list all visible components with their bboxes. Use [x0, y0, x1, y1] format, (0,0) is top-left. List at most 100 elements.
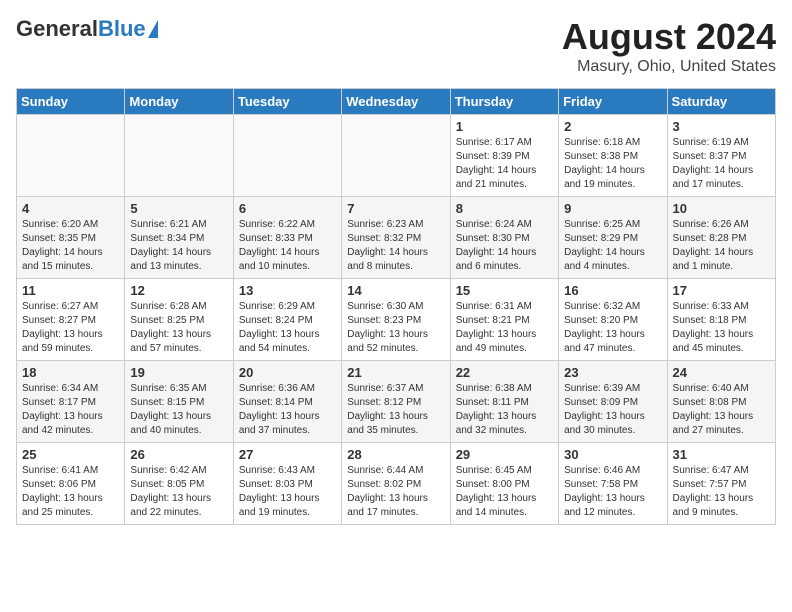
day-info: Sunrise: 6:45 AM Sunset: 8:00 PM Dayligh…: [456, 464, 553, 520]
title-block: August 2024 Masury, Ohio, United States: [562, 16, 776, 76]
calendar-title: August 2024: [562, 16, 776, 58]
day-number: 22: [456, 365, 553, 380]
day-number: 7: [347, 201, 444, 216]
day-info: Sunrise: 6:32 AM Sunset: 8:20 PM Dayligh…: [564, 300, 661, 356]
calendar-day-3: 3 Sunrise: 6:19 AM Sunset: 8:37 PM Daylig…: [667, 115, 775, 197]
day-info: Sunrise: 6:38 AM Sunset: 8:11 PM Dayligh…: [456, 382, 553, 438]
day-info: Sunrise: 6:43 AM Sunset: 8:03 PM Dayligh…: [239, 464, 336, 520]
calendar-day-30: 30 Sunrise: 6:46 AM Sunset: 7:58 PM Dayli…: [559, 443, 667, 525]
calendar-day-29: 29Sunrise: 6:45 AM Sunset: 8:00 PM Dayli…: [450, 443, 558, 525]
day-info: Sunrise: 6:46 AM Sunset: 7:58 PM Dayligh…: [564, 464, 661, 520]
calendar-table: SundayMondayTuesdayWednesdayThursdayFrid…: [16, 88, 776, 525]
calendar-day-16: 16 Sunrise: 6:32 AM Sunset: 8:20 PM Dayli…: [559, 279, 667, 361]
day-info: Sunrise: 6:26 AM Sunset: 8:28 PM Dayligh…: [673, 218, 770, 274]
calendar-empty-cell: [17, 115, 125, 197]
calendar-day-17: 17 Sunrise: 6:33 AM Sunset: 8:18 PM Dayli…: [667, 279, 775, 361]
logo: General Blue: [16, 16, 158, 42]
day-number: 13: [239, 283, 336, 298]
calendar-day-7: 7Sunrise: 6:23 AM Sunset: 8:32 PM Daylig…: [342, 197, 450, 279]
day-number: 8: [456, 201, 553, 216]
day-number: 24: [673, 365, 770, 380]
day-header-saturday: Saturday: [667, 89, 775, 115]
calendar-week-row: 11Sunrise: 6:27 AM Sunset: 8:27 PM Dayli…: [17, 279, 776, 361]
page-header: General Blue August 2024 Masury, Ohio, U…: [16, 16, 776, 76]
calendar-day-27: 27 Sunrise: 6:43 AM Sunset: 8:03 PM Dayli…: [233, 443, 341, 525]
calendar-day-10: 10 Sunrise: 6:26 AM Sunset: 8:28 PM Dayli…: [667, 197, 775, 279]
day-number: 26: [130, 447, 227, 462]
day-info: Sunrise: 6:47 AM Sunset: 7:57 PM Dayligh…: [673, 464, 770, 520]
day-info: Sunrise: 6:25 AM Sunset: 8:29 PM Dayligh…: [564, 218, 661, 274]
day-info: Sunrise: 6:24 AM Sunset: 8:30 PM Dayligh…: [456, 218, 553, 274]
day-number: 20: [239, 365, 336, 380]
day-number: 18: [22, 365, 119, 380]
day-number: 15: [456, 283, 553, 298]
day-info: Sunrise: 6:34 AM Sunset: 8:17 PM Dayligh…: [22, 382, 119, 438]
day-info: Sunrise: 6:36 AM Sunset: 8:14 PM Dayligh…: [239, 382, 336, 438]
day-info: Sunrise: 6:17 AM Sunset: 8:39 PM Dayligh…: [456, 136, 553, 192]
calendar-day-20: 20 Sunrise: 6:36 AM Sunset: 8:14 PM Dayli…: [233, 361, 341, 443]
calendar-day-15: 15 Sunrise: 6:31 AM Sunset: 8:21 PM Dayli…: [450, 279, 558, 361]
day-number: 25: [22, 447, 119, 462]
day-number: 31: [673, 447, 770, 462]
day-number: 17: [673, 283, 770, 298]
calendar-day-28: 28 Sunrise: 6:44 AM Sunset: 8:02 PM Dayli…: [342, 443, 450, 525]
calendar-day-12: 12Sunrise: 6:28 AM Sunset: 8:25 PM Dayli…: [125, 279, 233, 361]
calendar-empty-cell: [342, 115, 450, 197]
day-number: 3: [673, 119, 770, 134]
calendar-week-row: 18 Sunrise: 6:34 AM Sunset: 8:17 PM Dayli…: [17, 361, 776, 443]
day-info: Sunrise: 6:33 AM Sunset: 8:18 PM Dayligh…: [673, 300, 770, 356]
calendar-day-14: 14Sunrise: 6:30 AM Sunset: 8:23 PM Dayli…: [342, 279, 450, 361]
calendar-day-19: 19Sunrise: 6:35 AM Sunset: 8:15 PM Dayli…: [125, 361, 233, 443]
calendar-week-row: 1 Sunrise: 6:17 AM Sunset: 8:39 PM Daylig…: [17, 115, 776, 197]
calendar-day-25: 25Sunrise: 6:41 AM Sunset: 8:06 PM Dayli…: [17, 443, 125, 525]
logo-general-text: General: [16, 16, 98, 42]
day-info: Sunrise: 6:30 AM Sunset: 8:23 PM Dayligh…: [347, 300, 444, 356]
day-header-thursday: Thursday: [450, 89, 558, 115]
day-number: 2: [564, 119, 661, 134]
day-number: 1: [456, 119, 553, 134]
calendar-day-21: 21 Sunrise: 6:37 AM Sunset: 8:12 PM Dayli…: [342, 361, 450, 443]
day-info: Sunrise: 6:18 AM Sunset: 8:38 PM Dayligh…: [564, 136, 661, 192]
day-number: 9: [564, 201, 661, 216]
calendar-day-2: 2 Sunrise: 6:18 AM Sunset: 8:38 PM Daylig…: [559, 115, 667, 197]
day-info: Sunrise: 6:29 AM Sunset: 8:24 PM Dayligh…: [239, 300, 336, 356]
day-info: Sunrise: 6:31 AM Sunset: 8:21 PM Dayligh…: [456, 300, 553, 356]
day-number: 11: [22, 283, 119, 298]
calendar-day-11: 11Sunrise: 6:27 AM Sunset: 8:27 PM Dayli…: [17, 279, 125, 361]
day-number: 30: [564, 447, 661, 462]
calendar-week-row: 25Sunrise: 6:41 AM Sunset: 8:06 PM Dayli…: [17, 443, 776, 525]
day-header-sunday: Sunday: [17, 89, 125, 115]
calendar-day-18: 18 Sunrise: 6:34 AM Sunset: 8:17 PM Dayli…: [17, 361, 125, 443]
calendar-empty-cell: [233, 115, 341, 197]
day-header-monday: Monday: [125, 89, 233, 115]
day-info: Sunrise: 6:39 AM Sunset: 8:09 PM Dayligh…: [564, 382, 661, 438]
day-number: 21: [347, 365, 444, 380]
day-number: 28: [347, 447, 444, 462]
day-info: Sunrise: 6:42 AM Sunset: 8:05 PM Dayligh…: [130, 464, 227, 520]
calendar-day-24: 24 Sunrise: 6:40 AM Sunset: 8:08 PM Dayli…: [667, 361, 775, 443]
calendar-day-23: 23Sunrise: 6:39 AM Sunset: 8:09 PM Dayli…: [559, 361, 667, 443]
day-info: Sunrise: 6:22 AM Sunset: 8:33 PM Dayligh…: [239, 218, 336, 274]
day-number: 4: [22, 201, 119, 216]
calendar-day-22: 22 Sunrise: 6:38 AM Sunset: 8:11 PM Dayli…: [450, 361, 558, 443]
day-number: 12: [130, 283, 227, 298]
calendar-subtitle: Masury, Ohio, United States: [562, 58, 776, 76]
day-info: Sunrise: 6:37 AM Sunset: 8:12 PM Dayligh…: [347, 382, 444, 438]
day-number: 27: [239, 447, 336, 462]
day-info: Sunrise: 6:19 AM Sunset: 8:37 PM Dayligh…: [673, 136, 770, 192]
day-header-tuesday: Tuesday: [233, 89, 341, 115]
day-info: Sunrise: 6:21 AM Sunset: 8:34 PM Dayligh…: [130, 218, 227, 274]
day-info: Sunrise: 6:44 AM Sunset: 8:02 PM Dayligh…: [347, 464, 444, 520]
day-info: Sunrise: 6:35 AM Sunset: 8:15 PM Dayligh…: [130, 382, 227, 438]
calendar-day-8: 8 Sunrise: 6:24 AM Sunset: 8:30 PM Daylig…: [450, 197, 558, 279]
day-info: Sunrise: 6:40 AM Sunset: 8:08 PM Dayligh…: [673, 382, 770, 438]
logo-icon: [148, 20, 158, 38]
day-number: 5: [130, 201, 227, 216]
logo-blue-text: Blue: [98, 16, 146, 42]
day-number: 10: [673, 201, 770, 216]
calendar-day-1: 1 Sunrise: 6:17 AM Sunset: 8:39 PM Daylig…: [450, 115, 558, 197]
day-number: 6: [239, 201, 336, 216]
calendar-day-26: 26 Sunrise: 6:42 AM Sunset: 8:05 PM Dayli…: [125, 443, 233, 525]
day-number: 16: [564, 283, 661, 298]
calendar-day-6: 6 Sunrise: 6:22 AM Sunset: 8:33 PM Daylig…: [233, 197, 341, 279]
